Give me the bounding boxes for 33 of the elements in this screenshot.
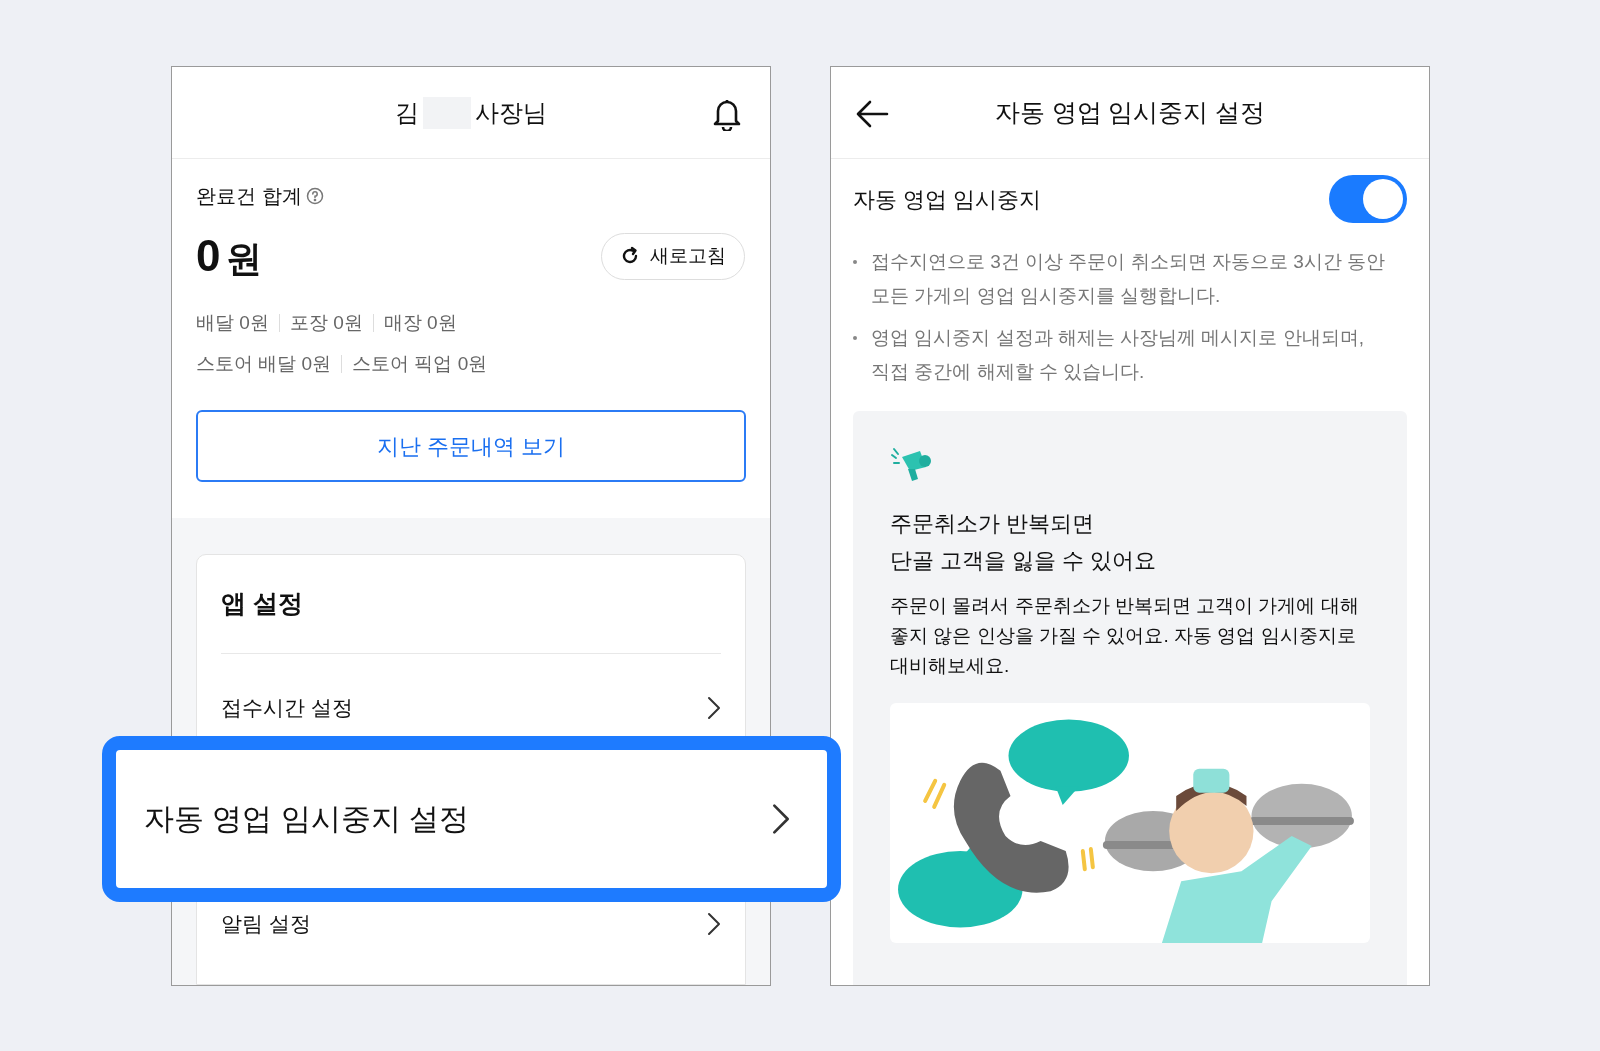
sales-breakdown: 매장 0원 (383, 311, 457, 335)
sales-breakdown: 배달 0원 (196, 311, 269, 335)
settings-menu-item[interactable]: 알림 설정 (221, 907, 311, 940)
chevron-right-icon (707, 911, 721, 936)
chevron-right-icon (707, 695, 721, 720)
bullet-icon (853, 260, 857, 264)
chevron-right-icon (771, 802, 791, 835)
settings-menu-item[interactable]: 접수시간 설정 (221, 691, 353, 724)
card-title: 앱 설정 (221, 555, 721, 654)
sales-breakdown: 스토어 픽업 0원 (352, 351, 488, 376)
sales-breakdown: 포장 0원 (289, 311, 363, 335)
toggle-label: 자동 영업 임시중지 (853, 185, 1042, 214)
note-text: 영업 임시중지 설정과 해제는 사장님께 메시지로 안내되며, 직접 중간에 해제할 수 있습니다. (871, 326, 1365, 384)
refresh-icon (620, 246, 640, 266)
total-amount: 0 (196, 230, 221, 282)
summary-title: 완료건 합계 (196, 184, 302, 209)
screen-title: 자동 영업 임시중지 설정 (994, 96, 1266, 128)
back-arrow-icon[interactable] (855, 99, 889, 129)
currency-unit: 원 (226, 237, 263, 281)
card-body: 주문이 몰려서 주문취소가 반복되면 고객이 가게에 대해 좋지 않은 인상을 가질 수 있어요. 자동 영업 임시중지로 대비해보세요. (890, 594, 1360, 678)
highlighted-menu-label: 자동 영업 임시중지 설정 (144, 801, 469, 837)
highlighted-menu-item[interactable]: 자동 영업 임시중지 설정 (102, 735, 841, 902)
help-icon[interactable] (305, 187, 324, 205)
note-text: 접수지연으로 3건 이상 주문이 취소되면 자동으로 3시간 동안 모든 가게의 영업 임시중지를 실행합니다. (871, 250, 1387, 308)
bullet-icon (853, 336, 857, 340)
toggle-switch[interactable] (1329, 175, 1407, 223)
order-history-button[interactable]: 지난 주문내역 보기 (196, 410, 746, 482)
bell-icon[interactable] (712, 97, 742, 131)
card-heading: 단골 고객을 잃을 수 있어요 (890, 547, 1158, 575)
card-heading: 주문취소가 반복되면 (890, 510, 1096, 538)
owner-title: 사장님 (475, 97, 547, 128)
owner-name: 김 (395, 97, 419, 128)
sales-breakdown: 스토어 배달 0원 (196, 351, 332, 376)
